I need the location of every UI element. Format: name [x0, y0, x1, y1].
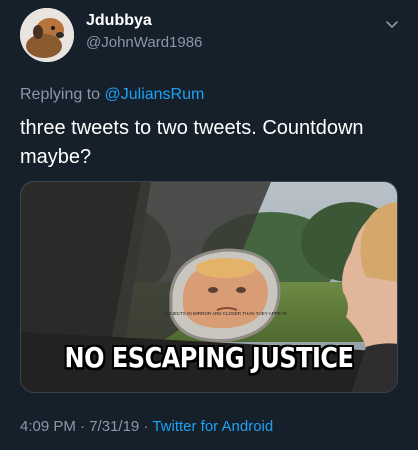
tweet-source-link[interactable]: Twitter for Android — [152, 418, 273, 435]
display-name[interactable]: Jdubbya — [86, 12, 152, 30]
mirror-warning-text: OBJECTS IN MIRROR ARE CLOSER THAN THEY A… — [165, 311, 288, 316]
avatar-image — [20, 8, 74, 62]
reply-prefix: Replying to — [20, 86, 105, 103]
meta-separator: · — [139, 418, 153, 435]
tweet-media[interactable]: OBJECTS IN MIRROR ARE CLOSER THAN THEY A… — [20, 181, 398, 393]
meta-separator: · — [75, 418, 90, 435]
reply-mention-link[interactable]: @JuliansRum — [105, 86, 205, 103]
user-handle[interactable]: @JohnWard1986 — [86, 34, 202, 51]
reply-context: Replying to @JuliansRum — [20, 86, 204, 104]
tweet-text: three tweets to two tweets. Countdown ma… — [20, 117, 364, 168]
meme-caption: NO ESCAPING JUSTICE — [64, 341, 354, 375]
avatar[interactable] — [20, 8, 74, 62]
tweet-time[interactable]: 4:09 PM — [20, 418, 76, 435]
chevron-down-icon[interactable] — [384, 16, 400, 32]
tweet-metadata: 4:09 PM · 7/31/19 · Twitter for Android — [20, 418, 273, 435]
tweet-date[interactable]: 7/31/19 — [89, 418, 139, 435]
